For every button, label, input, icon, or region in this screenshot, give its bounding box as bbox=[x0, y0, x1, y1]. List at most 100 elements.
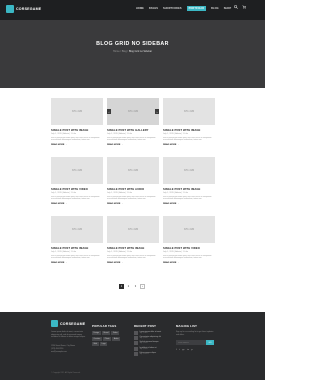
read-more-link[interactable]: READ MORE → bbox=[163, 262, 179, 264]
recent-post-item[interactable]: Lorem ipsum dolor sit amet July 1, 2015 bbox=[134, 331, 168, 335]
site-logo[interactable]: CORSEGAME bbox=[6, 5, 41, 13]
recent-post-date: July 1, 2015 bbox=[139, 338, 148, 340]
post-thumbnail[interactable]: 370 x 180 bbox=[51, 157, 103, 184]
pinterest-icon[interactable]: p bbox=[191, 349, 192, 351]
post-meta: July 1, 2015 | Admin | 1 Like bbox=[107, 133, 132, 135]
post-meta: July 1, 2015 | Admin | 1 Like bbox=[51, 192, 76, 194]
post-excerpt: Sed ut perspiciatis unde omnis iste natu… bbox=[163, 196, 212, 200]
popular-tags: Design Brand Video Creative Photo Audio … bbox=[92, 331, 124, 346]
recent-posts: Lorem ipsum dolor sit amet July 1, 2015 C… bbox=[134, 331, 168, 357]
read-more-link[interactable]: READ MORE → bbox=[163, 203, 179, 205]
read-more-link[interactable]: READ MORE → bbox=[51, 203, 67, 205]
post-thumbnail[interactable]: 370 x 180 bbox=[163, 216, 215, 243]
nav-blog[interactable]: BLOG bbox=[211, 7, 219, 11]
read-more-link[interactable]: READ MORE → bbox=[51, 262, 67, 264]
recent-post-item[interactable]: Incididunt ut labore et July 1, 2015 bbox=[134, 346, 168, 351]
post-thumbnail[interactable]: 370 x 180 bbox=[163, 98, 215, 125]
post-thumbnail[interactable]: 370 x 180 bbox=[51, 216, 103, 243]
logo-icon bbox=[6, 5, 14, 13]
post-title[interactable]: SINGLE POST WITH VIDEO bbox=[51, 188, 88, 191]
post-title[interactable]: SINGLE POST WITH IMAGE bbox=[51, 129, 88, 132]
post-title[interactable]: SINGLE POST WITH AUDIO bbox=[107, 188, 144, 191]
post-thumbnail[interactable]: 370 x 180 bbox=[51, 98, 103, 125]
thumb-size-label: 370 x 180 bbox=[127, 110, 139, 113]
post-meta: July 1, 2015 | Admin | 1 Like bbox=[163, 133, 188, 135]
tag[interactable]: Logo bbox=[100, 342, 108, 346]
post-title[interactable]: SINGLE POST WITH IMAGE bbox=[107, 247, 144, 250]
tag[interactable]: Design bbox=[92, 331, 101, 335]
post-meta: July 1, 2015 | Admin | 1 Like bbox=[163, 251, 188, 253]
post-meta: July 1, 2015 | Admin | 1 Like bbox=[51, 251, 76, 253]
tag[interactable]: Web bbox=[92, 342, 99, 346]
nav-pages[interactable]: PAGES bbox=[149, 7, 158, 11]
recent-post-date: July 1, 2015 bbox=[139, 333, 148, 334]
next-page-button[interactable]: › bbox=[140, 284, 145, 289]
post-thumbnail[interactable]: 370 x 180 bbox=[107, 157, 159, 184]
thumb-size-label: 370 x 180 bbox=[127, 228, 139, 231]
nav-shortcodes[interactable]: SHORTCODES bbox=[163, 7, 182, 11]
email-input[interactable] bbox=[176, 340, 206, 345]
breadcrumb-home[interactable]: Home / Blog / bbox=[113, 50, 128, 53]
post-excerpt: Sed ut perspiciatis unde omnis iste natu… bbox=[107, 137, 156, 141]
nav-portfolio[interactable]: PORTFOLIO bbox=[186, 6, 207, 11]
pagination: 1 2 3 › bbox=[119, 284, 145, 289]
read-more-link[interactable]: READ MORE → bbox=[107, 203, 123, 205]
recent-post-item[interactable]: Dolore magna aliqua July 1, 2015 bbox=[134, 351, 168, 356]
post-thumbnail[interactable]: 370 x 180 bbox=[163, 157, 215, 184]
search-icon[interactable] bbox=[234, 5, 238, 10]
read-more-link[interactable]: READ MORE → bbox=[107, 144, 123, 146]
recent-post-thumb bbox=[134, 346, 138, 351]
linkedin-icon[interactable]: in bbox=[187, 349, 189, 351]
post-title[interactable]: SINGLE POST WITH IMAGE bbox=[163, 129, 200, 132]
post-meta: July 1, 2015 | Admin | 1 Like bbox=[51, 133, 76, 135]
post-meta: July 1, 2015 | Admin | 1 Like bbox=[107, 192, 132, 194]
gallery-next-arrow-icon[interactable]: › bbox=[155, 109, 159, 114]
post-title[interactable]: SINGLE POST WITH IMAGE bbox=[51, 247, 88, 250]
post-excerpt: Sed ut perspiciatis unde omnis iste natu… bbox=[51, 255, 100, 259]
recent-post-item[interactable]: Sed do eiusmod tempor July 1, 2015 bbox=[134, 341, 168, 346]
post-meta: July 1, 2015 | Admin | 1 Like bbox=[163, 192, 188, 194]
read-more-link[interactable]: READ MORE → bbox=[107, 262, 123, 264]
tag[interactable]: Photo bbox=[103, 336, 111, 341]
read-more-link[interactable]: READ MORE → bbox=[163, 144, 179, 146]
post-excerpt: Sed ut perspiciatis unde omnis iste natu… bbox=[107, 196, 156, 200]
mailing-list-text: Sign up for our mailing list to get late… bbox=[176, 331, 214, 336]
top-navbar: CORSEGAME HOME PAGES SHORTCODES PORTFOLI… bbox=[0, 0, 265, 20]
popular-tags-heading: POPULAR TAGS bbox=[92, 324, 117, 328]
nav-home[interactable]: HOME bbox=[136, 7, 144, 11]
gallery-prev-arrow-icon[interactable]: ‹ bbox=[107, 109, 111, 114]
recent-post-heading: RECENT POST bbox=[134, 324, 157, 328]
page-1-button[interactable]: 1 bbox=[119, 284, 124, 289]
recent-post-date: July 1, 2015 bbox=[139, 343, 148, 345]
cart-icon[interactable] bbox=[242, 5, 247, 10]
post-gallery[interactable]: ‹ 370 x 180 › bbox=[107, 98, 159, 125]
post-excerpt: Sed ut perspiciatis unde omnis iste natu… bbox=[51, 196, 100, 200]
thumb-size-label: 370 x 180 bbox=[183, 110, 195, 113]
page-3-button[interactable]: 3 bbox=[133, 284, 138, 289]
main-nav: HOME PAGES SHORTCODES PORTFOLIO BLOG SHO… bbox=[136, 6, 232, 11]
recent-post-item[interactable]: Consectetur adipisicing elit July 1, 2015 bbox=[134, 336, 168, 341]
tag[interactable]: Creative bbox=[92, 336, 102, 341]
logo-text: CORSEGAME bbox=[16, 7, 42, 11]
tag[interactable]: Brand bbox=[102, 331, 110, 335]
post-title[interactable]: SINGLE POST WITH IMAGE bbox=[163, 188, 200, 191]
post-title[interactable]: SINGLE POST WITH GALLERY bbox=[107, 129, 149, 132]
page-title: BLOG GRID NO SIDEBAR bbox=[96, 41, 169, 47]
footer-logo[interactable]: CORSEGAME bbox=[51, 320, 85, 327]
tag[interactable]: Audio bbox=[112, 336, 121, 341]
tag[interactable]: Video bbox=[111, 331, 119, 335]
facebook-icon[interactable]: f bbox=[176, 349, 177, 351]
contact-email[interactable]: mail@example.com bbox=[51, 351, 75, 354]
post-thumbnail[interactable]: 370 x 180 bbox=[107, 216, 159, 243]
page-2-button[interactable]: 2 bbox=[126, 284, 131, 289]
thumb-size-label: 370 x 180 bbox=[183, 169, 195, 172]
subscribe-button[interactable]: GO bbox=[206, 340, 214, 345]
twitter-icon[interactable]: t bbox=[179, 349, 180, 351]
read-more-link[interactable]: READ MORE → bbox=[51, 144, 67, 146]
google-plus-icon[interactable]: g+ bbox=[182, 349, 185, 351]
site-footer: CORSEGAME Lorem ipsum dolor sit amet, co… bbox=[0, 312, 265, 380]
copyright-text: © Copyright 2015. All Rights Reserved. bbox=[51, 372, 81, 374]
nav-shop[interactable]: SHOP bbox=[224, 7, 232, 11]
post-title[interactable]: SINGLE POST WITH VIDEO bbox=[163, 247, 200, 250]
thumb-size-label: 370 x 180 bbox=[71, 110, 83, 113]
